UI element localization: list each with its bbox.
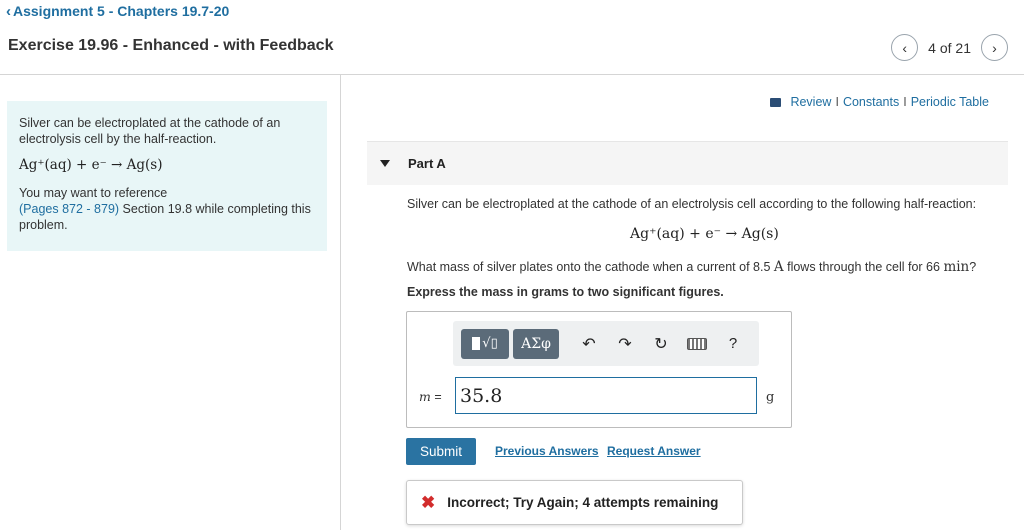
instruction: Express the mass in grams to two signifi… (407, 285, 724, 299)
feedback-message: Incorrect; Try Again; 4 attempts remaini… (447, 495, 719, 510)
question-equation: Ag⁺(aq) + e⁻ → Ag(s) (630, 226, 779, 242)
part-a-header[interactable]: Part A (367, 141, 1008, 185)
answer-input[interactable] (455, 377, 757, 414)
info-equation: Ag⁺(aq) + e⁻ → Ag(s) (19, 157, 163, 173)
submit-button[interactable]: Submit (406, 438, 476, 465)
time-unit: min (943, 259, 970, 275)
reference-text: You may want to reference (Pages 872 - 8… (19, 185, 315, 233)
undo-icon[interactable]: ↶ (571, 329, 607, 359)
separator: I (903, 95, 907, 109)
question-text: What mass of silver plates onto the cath… (407, 259, 976, 275)
part-label: Part A (408, 156, 446, 171)
current-unit: A (773, 259, 784, 275)
constants-link[interactable]: Constants (843, 95, 899, 109)
answer-equals: = (430, 390, 442, 404)
question-part-a: What mass of silver plates onto the cath… (407, 260, 774, 274)
answer-variable: m (419, 389, 431, 404)
breadcrumb[interactable]: ‹ Assignment 5 - Chapters 19.7-20 (6, 3, 229, 19)
page-count: 4 of 21 (928, 39, 971, 56)
breadcrumb-label: Assignment 5 - Chapters 19.7-20 (13, 3, 230, 19)
collapse-triangle-icon (380, 160, 390, 167)
answer-unit: g (766, 390, 775, 405)
question-part-c: ? (969, 260, 977, 274)
header-divider (0, 74, 1024, 75)
question-intro: Silver can be electroplated at the catho… (407, 197, 977, 211)
keyboard-icon (687, 337, 707, 350)
book-icon (770, 97, 782, 107)
separator: I (835, 95, 839, 109)
prev-button[interactable]: ‹ (891, 34, 919, 61)
review-link[interactable]: Review (790, 95, 831, 109)
reference-prefix: You may want to reference (19, 186, 168, 200)
feedback-box: ✖ Incorrect; Try Again; 4 attempts remai… (406, 480, 743, 525)
template-block-icon (472, 337, 481, 350)
chevron-left-icon: ‹ (6, 2, 11, 20)
keyboard-button[interactable] (679, 329, 715, 359)
info-text: Silver can be electroplated at the catho… (19, 116, 281, 146)
question-part-b: flows through the cell for 66 (783, 260, 944, 274)
reset-icon[interactable]: ↻ (643, 329, 679, 359)
help-button[interactable]: ? (715, 329, 751, 359)
page-title: Exercise 19.96 - Enhanced - with Feedbac… (8, 37, 334, 54)
pager: ‹ 4 of 21 › (891, 34, 1008, 61)
error-icon: ✖ (421, 492, 436, 512)
request-answer-link[interactable]: Request Answer (607, 444, 701, 458)
column-divider (340, 74, 341, 530)
info-panel: Silver can be electroplated at the catho… (7, 101, 327, 251)
templates-button[interactable]: √▯ (461, 328, 509, 359)
redo-icon[interactable]: ↷ (607, 329, 643, 359)
previous-answers-link[interactable]: Previous Answers (495, 444, 599, 458)
answer-box: √▯ ΑΣφ ↶ ↷ ↻ ? m = g (406, 311, 792, 428)
resource-links: Review I Constants I Periodic Table (770, 95, 989, 109)
math-toolbar: √▯ ΑΣφ ↶ ↷ ↻ ? (453, 321, 759, 366)
greek-symbols-button[interactable]: ΑΣφ (513, 328, 559, 359)
periodic-table-link[interactable]: Periodic Table (911, 95, 989, 109)
answer-label: m = (419, 389, 442, 404)
next-button[interactable]: › (981, 34, 1008, 61)
pages-link[interactable]: (Pages 872 - 879) (19, 202, 119, 216)
templates-label: √▯ (482, 336, 498, 351)
